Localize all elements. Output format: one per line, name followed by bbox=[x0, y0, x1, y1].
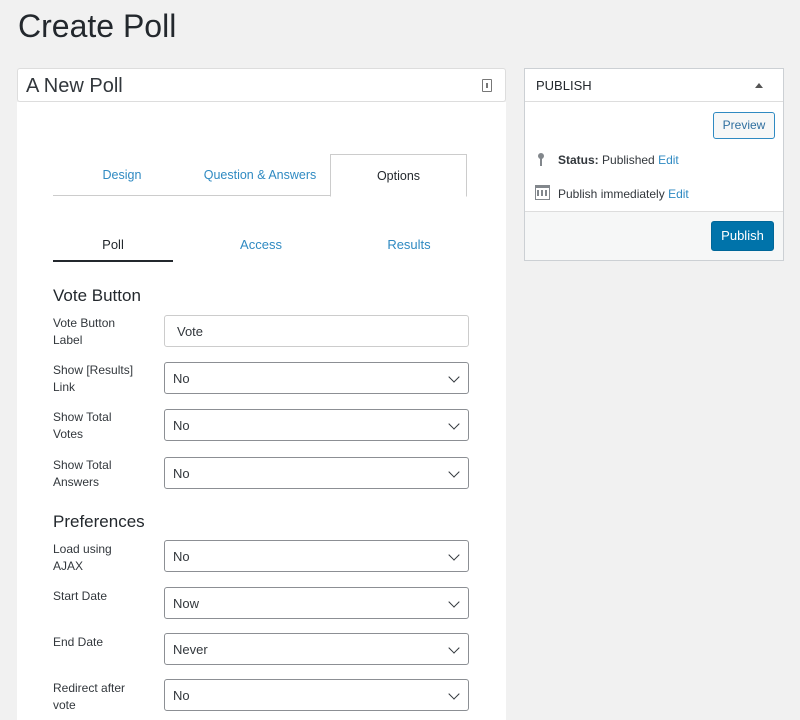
schedule-text: Publish immediately bbox=[558, 187, 665, 201]
redirect-after-vote-select[interactable]: No bbox=[164, 679, 469, 711]
start-date-select[interactable]: Now bbox=[164, 587, 469, 619]
chevron-down-icon bbox=[448, 688, 460, 700]
preview-button[interactable]: Preview bbox=[713, 112, 775, 139]
vote-button-label-label: Vote Button Label bbox=[53, 316, 116, 347]
show-total-answers-select[interactable]: No bbox=[164, 457, 469, 489]
page-title: Create Poll bbox=[18, 8, 177, 44]
publish-header[interactable]: PUBLISH bbox=[525, 69, 783, 102]
chevron-down-icon bbox=[448, 549, 460, 561]
calendar-icon bbox=[535, 185, 550, 200]
end-date-select[interactable]: Never bbox=[164, 633, 469, 665]
load-using-ajax-value: No bbox=[173, 549, 190, 564]
schedule-edit-link[interactable]: Edit bbox=[668, 187, 689, 201]
load-using-ajax-label: Load using AJAX bbox=[53, 542, 112, 573]
tab-design[interactable]: Design bbox=[53, 154, 191, 196]
chevron-down-icon bbox=[448, 642, 460, 654]
end-date-label: End Date bbox=[53, 635, 104, 649]
vote-button-heading: Vote Button bbox=[53, 286, 141, 305]
editor-tabs: Design Question & Answers Options bbox=[53, 154, 467, 197]
chevron-down-icon bbox=[448, 371, 460, 383]
subtab-poll[interactable]: Poll bbox=[53, 232, 173, 262]
publish-box: PUBLISH Preview Status: Published Edit P… bbox=[524, 68, 784, 261]
chevron-down-icon bbox=[448, 418, 460, 430]
redirect-after-vote-label: Redirect after vote bbox=[53, 681, 126, 712]
subtab-access[interactable]: Access bbox=[201, 232, 321, 262]
show-total-answers-label: Show Total Answers bbox=[53, 458, 112, 489]
status-value: Published bbox=[602, 153, 655, 167]
preferences-heading: Preferences bbox=[53, 512, 145, 531]
tab-question-answers[interactable]: Question & Answers bbox=[191, 154, 329, 196]
show-total-votes-label: Show Total Votes bbox=[53, 410, 112, 441]
chevron-down-icon bbox=[448, 596, 460, 608]
show-total-votes-select[interactable]: No bbox=[164, 409, 469, 441]
show-results-link-select[interactable]: No bbox=[164, 362, 469, 394]
status-row: Status: Published Edit bbox=[558, 153, 679, 167]
pin-icon bbox=[537, 153, 545, 167]
start-date-label: Start Date bbox=[53, 589, 108, 603]
publish-title: PUBLISH bbox=[536, 78, 592, 93]
show-results-link-label: Show [Results] Link bbox=[53, 363, 134, 394]
poll-title-input[interactable]: A New Poll bbox=[17, 68, 506, 102]
poll-editor-panel: Design Question & Answers Options Poll A… bbox=[17, 102, 506, 720]
vote-button-label-input[interactable]: Vote bbox=[164, 315, 469, 347]
triangle-up-icon[interactable] bbox=[755, 83, 763, 88]
start-date-value: Now bbox=[173, 596, 200, 611]
subtab-results[interactable]: Results bbox=[349, 232, 469, 262]
vote-button-label-value: Vote bbox=[177, 324, 204, 339]
redirect-after-vote-value: No bbox=[173, 688, 190, 703]
load-using-ajax-select[interactable]: No bbox=[164, 540, 469, 572]
schedule-row: Publish immediately Edit bbox=[558, 187, 689, 201]
poll-title-value[interactable]: A New Poll bbox=[26, 75, 123, 98]
show-total-votes-value: No bbox=[173, 418, 190, 433]
show-results-link-value: No bbox=[173, 371, 190, 386]
status-label: Status: bbox=[558, 153, 599, 167]
end-date-value: Never bbox=[173, 642, 208, 657]
options-subtabs: Poll Access Results bbox=[53, 232, 467, 262]
status-edit-link[interactable]: Edit bbox=[658, 153, 679, 167]
tab-options[interactable]: Options bbox=[330, 154, 467, 197]
publish-footer: Publish bbox=[525, 211, 783, 260]
document-icon[interactable] bbox=[482, 79, 492, 92]
chevron-down-icon bbox=[448, 466, 460, 478]
publish-button[interactable]: Publish bbox=[711, 221, 774, 251]
show-total-answers-value: No bbox=[173, 466, 190, 481]
